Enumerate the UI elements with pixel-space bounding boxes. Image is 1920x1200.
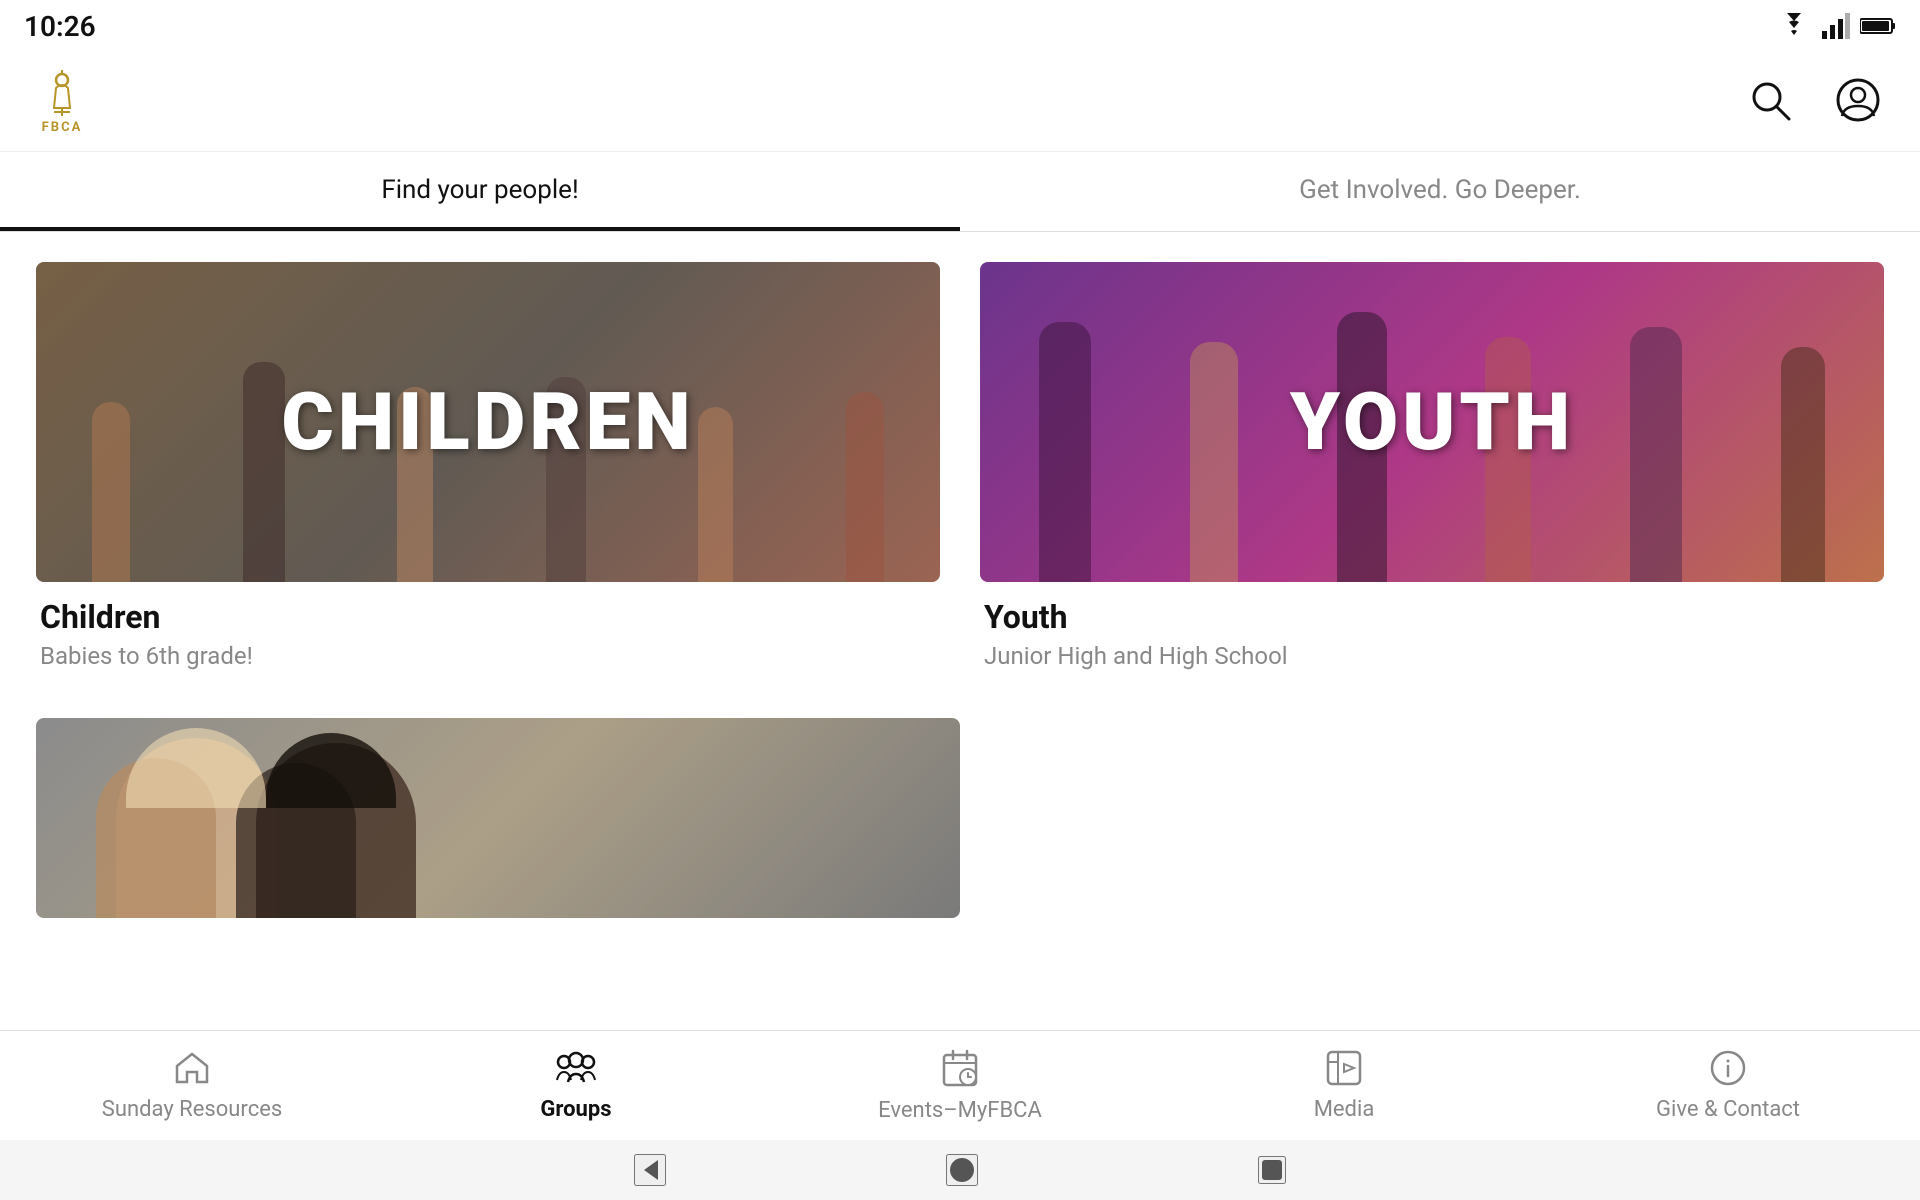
recents-icon	[1260, 1158, 1284, 1182]
partial-card-image	[36, 718, 960, 918]
home-circle-icon	[948, 1156, 976, 1184]
status-bar: 10:26	[0, 0, 1920, 52]
logo-area: FBCA	[36, 68, 88, 135]
media-icon	[1326, 1050, 1362, 1091]
youth-card-info: Youth Junior High and High School	[980, 582, 1884, 678]
nav-give-contact[interactable]: Give & Contact	[1536, 1031, 1920, 1140]
youth-card-title: Youth	[984, 598, 1880, 636]
info-icon	[1710, 1050, 1746, 1091]
youth-card-image: YOUTH	[980, 262, 1884, 582]
back-button[interactable]	[634, 1154, 666, 1186]
content-area: CHILDREN Children Babies to 6th grade! Y…	[0, 232, 1920, 1030]
youth-card[interactable]: YOUTH Youth Junior High and High School	[980, 262, 1884, 678]
tab-get-involved[interactable]: Get Involved. Go Deeper.	[960, 152, 1920, 231]
logo-text: FBCA	[42, 120, 83, 135]
wifi-icon	[1776, 13, 1812, 39]
search-icon	[1748, 78, 1792, 122]
cards-grid: CHILDREN Children Babies to 6th grade! Y…	[36, 262, 1884, 678]
nav-media[interactable]: Media	[1152, 1031, 1536, 1140]
groups-icon	[556, 1050, 596, 1091]
back-icon	[636, 1156, 664, 1184]
children-card-subtitle: Babies to 6th grade!	[40, 642, 936, 670]
tab-find-people[interactable]: Find your people!	[0, 152, 960, 231]
nav-events-label: Events–MyFBCA	[878, 1098, 1042, 1123]
signal-icon	[1822, 13, 1850, 39]
header-actions	[1744, 74, 1884, 129]
battery-icon	[1860, 16, 1896, 36]
nav-groups-label: Groups	[540, 1097, 611, 1122]
home-button[interactable]	[946, 1154, 978, 1186]
account-icon	[1836, 78, 1880, 122]
partial-card[interactable]	[36, 718, 960, 918]
children-card-info: Children Babies to 6th grade!	[36, 582, 940, 678]
recents-button[interactable]	[1258, 1156, 1286, 1184]
account-button[interactable]	[1832, 74, 1884, 129]
nav-sunday-resources-label: Sunday Resources	[102, 1097, 282, 1122]
youth-card-subtitle: Junior High and High School	[984, 642, 1880, 670]
children-card-image: CHILDREN	[36, 262, 940, 582]
app-header: FBCA	[0, 52, 1920, 152]
status-icons	[1776, 13, 1896, 39]
bottom-nav: Sunday Resources Groups	[0, 1030, 1920, 1140]
nav-media-label: Media	[1314, 1097, 1375, 1122]
children-card-title: Children	[40, 598, 936, 636]
search-button[interactable]	[1744, 74, 1796, 129]
nav-groups[interactable]: Groups	[384, 1031, 768, 1140]
nav-sunday-resources[interactable]: Sunday Resources	[0, 1031, 384, 1140]
children-card[interactable]: CHILDREN Children Babies to 6th grade!	[36, 262, 940, 678]
system-nav	[0, 1140, 1920, 1200]
events-icon	[942, 1049, 978, 1092]
nav-events[interactable]: Events–MyFBCA	[768, 1031, 1152, 1140]
nav-give-contact-label: Give & Contact	[1656, 1097, 1800, 1122]
youth-image-label: YOUTH	[1290, 375, 1574, 469]
home-icon	[174, 1050, 210, 1091]
children-image-label: CHILDREN	[281, 375, 694, 469]
tabs-bar: Find your people! Get Involved. Go Deepe…	[0, 152, 1920, 232]
fbca-logo	[36, 68, 88, 120]
status-time: 10:26	[24, 10, 96, 43]
